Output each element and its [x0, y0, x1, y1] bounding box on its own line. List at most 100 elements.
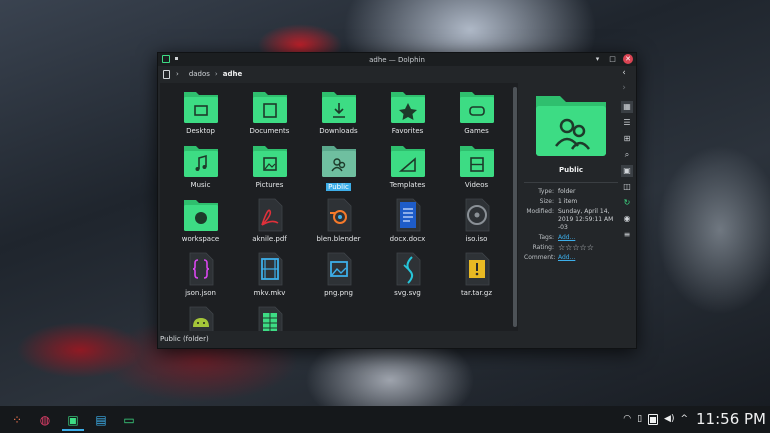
json-icon	[183, 251, 219, 287]
music-icon	[183, 143, 219, 179]
add-link[interactable]: Add...	[558, 254, 618, 262]
folder-item-videos[interactable]: Videos	[442, 143, 511, 197]
file-view[interactable]: Desktop Documents Downloads Favorites Games M…	[160, 83, 518, 331]
disc-icon	[459, 197, 495, 233]
file-item-spreadsheet-icon[interactable]	[235, 305, 304, 331]
folder-item-desktop[interactable]: Desktop	[166, 89, 235, 143]
file-item-iso-iso[interactable]: iso.iso	[442, 197, 511, 251]
preview-icon[interactable]: ▣	[621, 165, 633, 177]
item-label: Pictures	[255, 181, 284, 189]
rating-stars[interactable]: ☆☆☆☆☆	[558, 244, 618, 252]
item-label: Documents	[249, 127, 290, 135]
volume-icon[interactable]: ◀)	[664, 414, 674, 424]
item-label: Favorites	[391, 127, 424, 135]
people-icon	[321, 143, 357, 179]
refresh-icon[interactable]: ↻	[621, 197, 633, 209]
scrollbar[interactable]	[513, 87, 517, 327]
chevron-right-icon: ›	[214, 70, 218, 78]
archive-icon	[459, 251, 495, 287]
title-bar[interactable]: adhe — Dolphin ▾ □ ✕	[158, 53, 636, 66]
close-icon[interactable]: ✕	[623, 54, 633, 64]
device-icon[interactable]	[163, 69, 170, 79]
app-launcher-icon[interactable]: ⁘	[6, 409, 28, 431]
dolphin-taskbar-icon[interactable]: ▣	[62, 409, 84, 431]
breadcrumb-dados[interactable]: dados	[189, 70, 210, 78]
tray-expand-icon[interactable]: ^	[680, 414, 688, 424]
divider	[524, 182, 618, 183]
details-view-icon[interactable]: ⊞	[621, 133, 633, 145]
clipboard-icon[interactable]: ▯	[637, 414, 642, 424]
public-folder-preview-icon	[534, 88, 608, 158]
item-label: tar.tar.gz	[460, 289, 493, 297]
battery-icon[interactable]	[648, 413, 659, 425]
film-icon	[459, 143, 495, 179]
file-item-docx-docx[interactable]: docx.docx	[373, 197, 442, 251]
hidden-files-icon[interactable]: ◉	[621, 213, 633, 225]
info-key: Size:	[539, 198, 554, 205]
menu-icon[interactable]: ≡	[621, 229, 633, 241]
blender-icon	[321, 197, 357, 233]
info-key: Comment:	[524, 254, 556, 261]
document-icon	[252, 89, 288, 125]
breadcrumb-adhe[interactable]: adhe	[223, 70, 242, 78]
folder-item-workspace[interactable]: workspace	[166, 197, 235, 251]
clock[interactable]: 11:56 PM	[696, 410, 766, 428]
file-item-png-png[interactable]: png.png	[304, 251, 373, 305]
item-label: docx.docx	[389, 235, 426, 243]
file-item-tar-tar-gz[interactable]: tar.tar.gz	[442, 251, 511, 305]
pin-icon[interactable]	[175, 57, 178, 60]
browser-icon[interactable]: ◍	[34, 409, 56, 431]
split-view-icon[interactable]: ◫	[621, 181, 633, 193]
chevron-right-icon: ›	[176, 70, 179, 78]
scrollbar-thumb[interactable]	[513, 87, 517, 327]
system-tray: ◠ ▯ ◀) ^ 11:56 PM	[623, 410, 766, 428]
folder-item-documents[interactable]: Documents	[235, 89, 304, 143]
item-label: Desktop	[186, 127, 215, 135]
info-value: Sunday, April 14, 2019 12:59:11 AM -03	[558, 208, 614, 231]
add-link[interactable]: Add...	[558, 234, 618, 242]
file-item-android-icon[interactable]	[166, 305, 235, 331]
file-item-aknile-pdf[interactable]: aknile.pdf	[235, 197, 304, 251]
svg-icon	[390, 251, 426, 287]
item-label: png.png	[324, 289, 353, 297]
item-label: json.json	[185, 289, 216, 297]
folder-item-public[interactable]: Public	[304, 143, 373, 197]
folder-item-favorites[interactable]: Favorites	[373, 89, 442, 143]
item-label: svg.svg	[394, 289, 421, 297]
info-key: Rating:	[532, 244, 554, 251]
item-label: mkv.mkv	[253, 289, 286, 297]
terminal-taskbar-icon[interactable]: ▭	[118, 409, 140, 431]
spreadsheet-icon	[252, 305, 288, 331]
file-item-blen-blender[interactable]: blen.blender	[304, 197, 373, 251]
file-manager-taskbar-icon[interactable]: ▤	[90, 409, 112, 431]
back-icon[interactable]: ‹	[619, 66, 629, 81]
folder-item-downloads[interactable]: Downloads	[304, 89, 373, 143]
item-label: iso.iso	[465, 235, 488, 243]
docx-icon	[390, 197, 426, 233]
info-rows: Type: folder Size: 1 item Modified: Sunday, A…	[524, 188, 618, 262]
folder-item-games[interactable]: Games	[442, 89, 511, 143]
wifi-icon[interactable]: ◠	[623, 414, 631, 424]
item-label: Downloads	[319, 127, 358, 135]
app-menu-icon[interactable]	[162, 55, 170, 63]
info-key: Tags:	[538, 234, 554, 241]
info-row: Type: folder	[524, 188, 618, 196]
forward-icon[interactable]: ›	[619, 81, 629, 96]
maximize-icon[interactable]: □	[608, 55, 617, 64]
folder-item-pictures[interactable]: Pictures	[235, 143, 304, 197]
file-item-mkv-mkv[interactable]: mkv.mkv	[235, 251, 304, 305]
item-label: Public	[326, 183, 351, 191]
item-label: aknile.pdf	[252, 235, 287, 243]
info-row: Size: 1 item	[524, 198, 618, 206]
dolphin-window: adhe — Dolphin ▾ □ ✕ › dados › adhe ‹ › …	[157, 52, 637, 349]
minimize-icon[interactable]: ▾	[593, 55, 602, 64]
search-icon[interactable]: ⌕	[621, 149, 633, 161]
folder-item-templates[interactable]: Templates	[373, 143, 442, 197]
file-item-json-json[interactable]: json.json	[166, 251, 235, 305]
info-row: Comment: Add...	[524, 254, 618, 262]
compact-view-icon[interactable]: ☰	[621, 117, 633, 129]
icons-view-icon[interactable]: ▦	[621, 101, 633, 113]
item-label: blen.blender	[316, 235, 361, 243]
folder-item-music[interactable]: Music	[166, 143, 235, 197]
file-item-svg-svg[interactable]: svg.svg	[373, 251, 442, 305]
